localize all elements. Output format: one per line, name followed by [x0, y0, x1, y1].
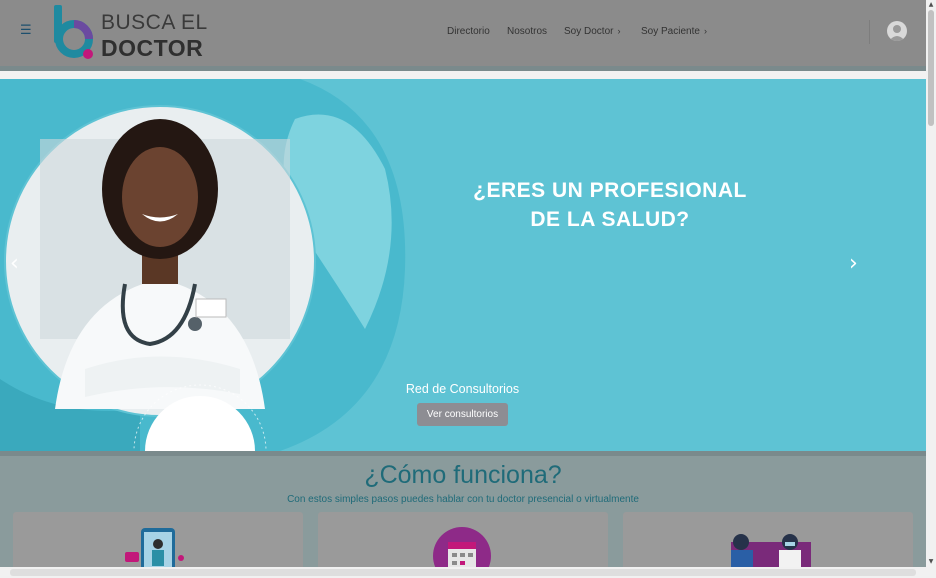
nav-link-nosotros[interactable]: Nosotros	[507, 26, 547, 37]
hero-carousel: ¿ERES UN PROFESIONAL DE LA SALUD? ‹ › Re…	[0, 79, 926, 451]
nav-label: Directorio	[447, 26, 490, 37]
hero-title: ¿ERES UN PROFESIONAL DE LA SALUD?	[440, 176, 780, 234]
menu-icon[interactable]: ☰	[20, 24, 32, 38]
brand-name-line1: BUSCA EL	[101, 11, 208, 34]
scrollbar-thumb[interactable]	[928, 10, 934, 126]
brand-name-line2: DOCTOR	[101, 35, 204, 61]
horizontal-scrollbar[interactable]	[0, 567, 926, 578]
page: ☰ BUSCA EL DOCTOR Directorio Nosotros So…	[0, 0, 926, 578]
header-divider-strip	[0, 71, 926, 79]
carousel-prev-icon[interactable]: ‹	[10, 251, 19, 276]
section-subtitle: Con estos simples pasos puedes hablar co…	[287, 494, 639, 505]
section-title: ¿Cómo funciona?	[364, 461, 562, 489]
horizontal-scrollbar-thumb[interactable]	[10, 569, 916, 576]
top-navbar: ☰ BUSCA EL DOCTOR Directorio Nosotros So…	[0, 0, 926, 66]
carousel-next-icon[interactable]: ›	[849, 251, 858, 276]
nav-label: Soy Paciente	[641, 26, 700, 37]
nav-link-directorio[interactable]: Directorio	[447, 26, 490, 37]
hero-title-line2: DE LA SALUD?	[530, 208, 690, 231]
brand-logo[interactable]: BUSCA EL DOCTOR	[52, 5, 212, 61]
how-it-works-section: ¿Cómo funciona? Con estos simples pasos …	[0, 456, 926, 578]
user-avatar-icon[interactable]	[887, 21, 907, 41]
nav-dropdown-soy-doctor[interactable]: Soy Doctor ›	[564, 26, 620, 37]
logo-mark-icon	[54, 5, 93, 59]
nav-divider	[869, 20, 870, 44]
chevron-right-icon: ›	[703, 26, 707, 36]
ver-consultorios-button[interactable]: Ver consultorios	[417, 403, 508, 426]
nav-label: Nosotros	[507, 26, 548, 37]
nav-label: Soy Doctor	[564, 26, 614, 37]
nav-dropdown-soy-paciente[interactable]: Soy Paciente ›	[641, 26, 707, 37]
hero-title-line1: ¿ERES UN PROFESIONAL	[473, 179, 747, 202]
scroll-up-arrow-icon[interactable]: ▲	[927, 1, 935, 8]
carousel-caption: Red de Consultorios	[405, 382, 520, 396]
chevron-right-icon: ›	[617, 26, 621, 36]
scroll-down-arrow-icon[interactable]: ▼	[927, 558, 935, 565]
vertical-scrollbar[interactable]: ▲ ▼	[926, 0, 936, 578]
